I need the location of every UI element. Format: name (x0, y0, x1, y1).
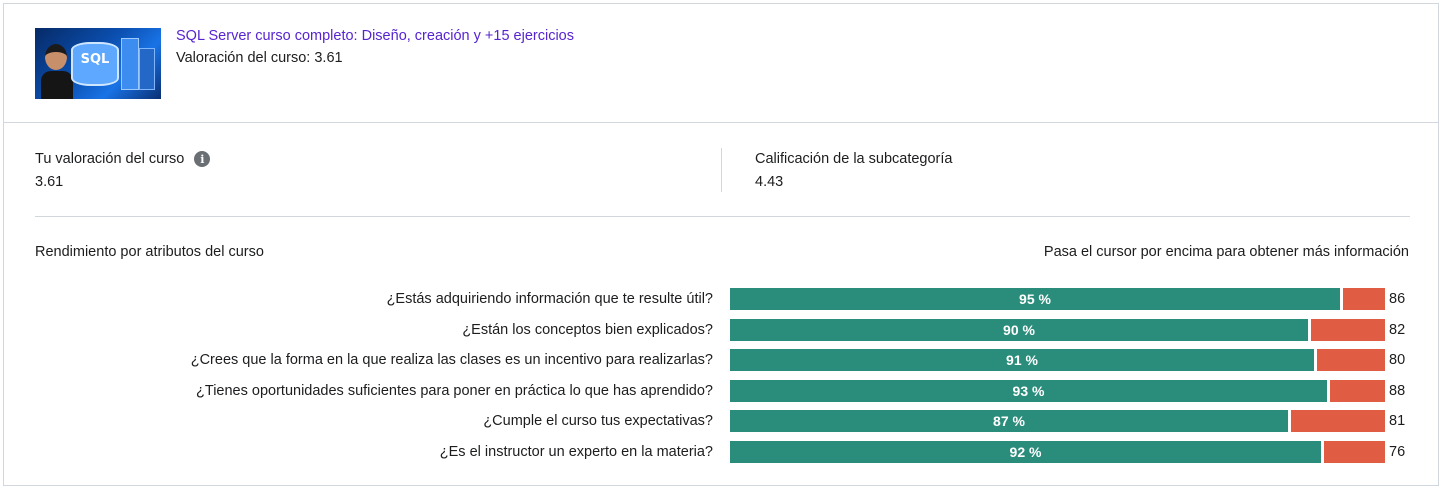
your-rating-stat: Tu valoración del curso i 3.61 (35, 150, 211, 190)
negative-bar[interactable] (1324, 441, 1385, 463)
attribute-row: ¿Estás adquiriendo información que te re… (4, 288, 1438, 310)
attribute-question: ¿Es el instructor un experto en la mater… (439, 444, 713, 460)
course-insights-card: SQL SQL Server curso completo: Diseño, c… (3, 3, 1439, 486)
vertical-divider (721, 148, 722, 192)
negative-bar[interactable] (1317, 349, 1385, 371)
course-thumbnail[interactable]: SQL (35, 28, 161, 99)
your-rating-label: Tu valoración del curso (35, 151, 185, 167)
server-icon (139, 48, 155, 90)
course-title-link[interactable]: SQL Server curso completo: Diseño, creac… (176, 28, 574, 44)
response-count: 80 (1389, 352, 1406, 368)
attribute-row: ¿Están los conceptos bien explicados? 90 … (4, 319, 1438, 341)
negative-bar[interactable] (1330, 380, 1385, 402)
response-count: 88 (1389, 383, 1406, 399)
attribute-row: ¿Es el instructor un experto en la mater… (4, 441, 1438, 463)
positive-bar[interactable]: 92 % (730, 441, 1321, 463)
subcategory-rating-stat: Calificación de la subcategoría 4.43 (755, 150, 952, 190)
attribute-question: ¿Están los conceptos bien explicados? (462, 322, 713, 338)
attribute-question: ¿Cumple el curso tus expectativas? (483, 413, 713, 429)
attribute-row: ¿Tienes oportunidades suficientes para p… (4, 380, 1438, 402)
course-rating: Valoración del curso: 3.61 (176, 50, 343, 66)
positive-bar[interactable]: 95 % (730, 288, 1340, 310)
negative-bar[interactable] (1311, 319, 1385, 341)
negative-bar[interactable] (1343, 288, 1385, 310)
attribute-question: ¿Crees que la forma en la que realiza la… (190, 352, 713, 368)
response-count: 76 (1389, 444, 1406, 460)
positive-bar[interactable]: 90 % (730, 319, 1308, 341)
attribute-question: ¿Estás adquiriendo información que te re… (386, 291, 713, 307)
positive-bar[interactable]: 91 % (730, 349, 1314, 371)
attribute-row: ¿Cumple el curso tus expectativas? 87 % 81 (4, 410, 1438, 432)
thumbnail-label: SQL (80, 52, 110, 67)
server-icon (121, 38, 139, 90)
course-header: SQL SQL Server curso completo: Diseño, c… (4, 4, 1438, 123)
subcategory-rating-label: Calificación de la subcategoría (755, 151, 953, 167)
response-count: 81 (1389, 413, 1406, 429)
your-rating-value: 3.61 (35, 174, 64, 190)
attribute-row: ¿Crees que la forma en la que realiza la… (4, 349, 1438, 371)
positive-bar[interactable]: 93 % (730, 380, 1327, 402)
response-count: 86 (1389, 291, 1406, 307)
info-icon[interactable]: i (194, 151, 211, 167)
horizontal-divider (35, 216, 1410, 217)
instructor-image (41, 44, 73, 99)
hover-hint: Pasa el cursor por encima para obtener m… (1043, 244, 1409, 260)
subcategory-rating-value: 4.43 (755, 174, 784, 190)
attribute-question: ¿Tienes oportunidades suficientes para p… (196, 383, 713, 399)
attributes-section-title: Rendimiento por atributos del curso (35, 244, 264, 260)
negative-bar[interactable] (1291, 410, 1385, 432)
positive-bar[interactable]: 87 % (730, 410, 1288, 432)
response-count: 82 (1389, 322, 1406, 338)
